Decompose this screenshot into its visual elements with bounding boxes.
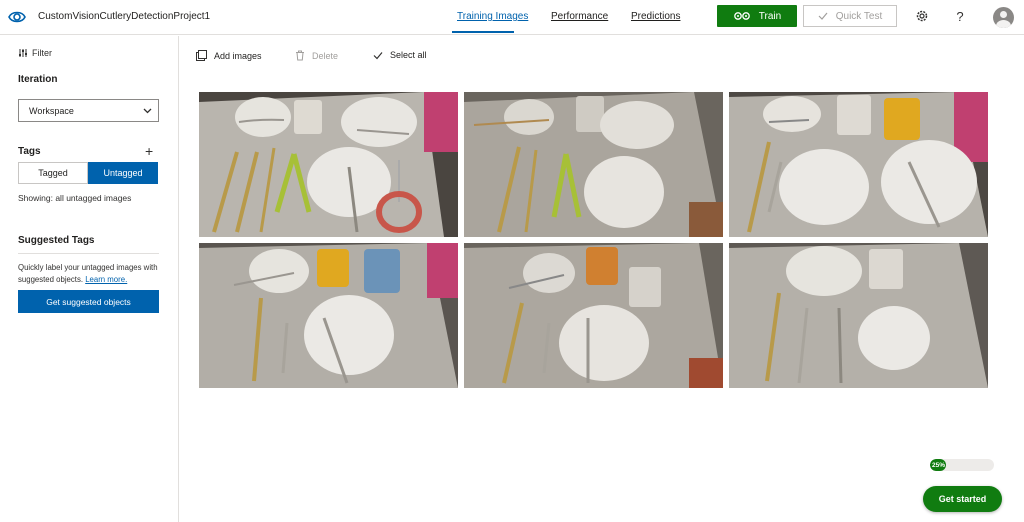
chevron-down-icon [143,108,152,113]
delete-button[interactable]: Delete [295,50,338,61]
quick-test-label: Quick Test [835,10,883,22]
filter-sliders-icon [19,49,27,57]
tags-heading: Tags [18,146,41,157]
top-bar: CustomVisionCutleryDetectionProject1 Tra… [0,0,1024,35]
eye-logo-icon [8,11,26,23]
delete-label: Delete [312,50,339,61]
select-all-button[interactable]: Select all [373,50,427,60]
image-thumbnail-4[interactable] [199,243,458,388]
add-images-button[interactable]: Add images [196,50,262,61]
suggested-tags-heading: Suggested Tags [18,235,95,246]
filter-label: Filter [32,48,52,58]
add-image-icon [196,50,207,61]
iteration-heading: Iteration [18,74,58,85]
image-thumbnail-2[interactable] [464,92,723,237]
tagged-toggle[interactable]: Tagged [18,162,88,184]
train-button[interactable]: Train [717,5,797,27]
onboarding-progress-bar: 25% [930,459,994,471]
image-thumbnail-1[interactable] [199,92,458,237]
get-started-button[interactable]: Get started [923,486,1002,512]
help-icon[interactable]: ? [952,8,968,24]
train-label: Train [758,10,782,22]
trash-icon [296,50,304,61]
tab-performance[interactable]: Performance [551,11,608,22]
add-tag-plus-icon[interactable]: + [145,143,153,159]
project-title[interactable]: CustomVisionCutleryDetectionProject1 [38,11,210,22]
progress-label: 25% [932,461,946,469]
suggest-description: Quickly label your untagged images with … [18,262,163,286]
checkmark-icon [373,51,383,59]
filter-toggle[interactable]: Filter [18,48,52,58]
user-avatar[interactable] [993,7,1014,28]
progress-fill: 25% [930,459,946,471]
showing-status: Showing: all untagged images [18,193,132,203]
iteration-value: Workspace [29,105,74,116]
get-suggested-objects-button[interactable]: Get suggested objects [18,290,159,313]
quick-test-button[interactable]: Quick Test [803,5,897,27]
tab-predictions[interactable]: Predictions [631,11,680,22]
divider [18,253,159,254]
tab-training-images[interactable]: Training Images [457,11,528,22]
gears-icon [733,12,750,20]
iteration-select[interactable]: Workspace [18,99,159,122]
image-thumbnail-5[interactable] [464,243,723,388]
sidebar: Filter Iteration Workspace Tags + Tagged… [0,36,179,522]
image-thumbnail-3[interactable] [729,92,988,237]
settings-gear-icon[interactable] [914,8,930,24]
select-all-label: Select all [390,50,427,60]
add-images-label: Add images [214,50,262,61]
checkmark-icon [818,12,828,20]
learn-more-link[interactable]: Learn more. [85,275,127,284]
image-thumbnail-6[interactable] [729,243,988,388]
untagged-toggle[interactable]: Untagged [88,162,158,184]
active-tab-indicator [452,31,514,33]
